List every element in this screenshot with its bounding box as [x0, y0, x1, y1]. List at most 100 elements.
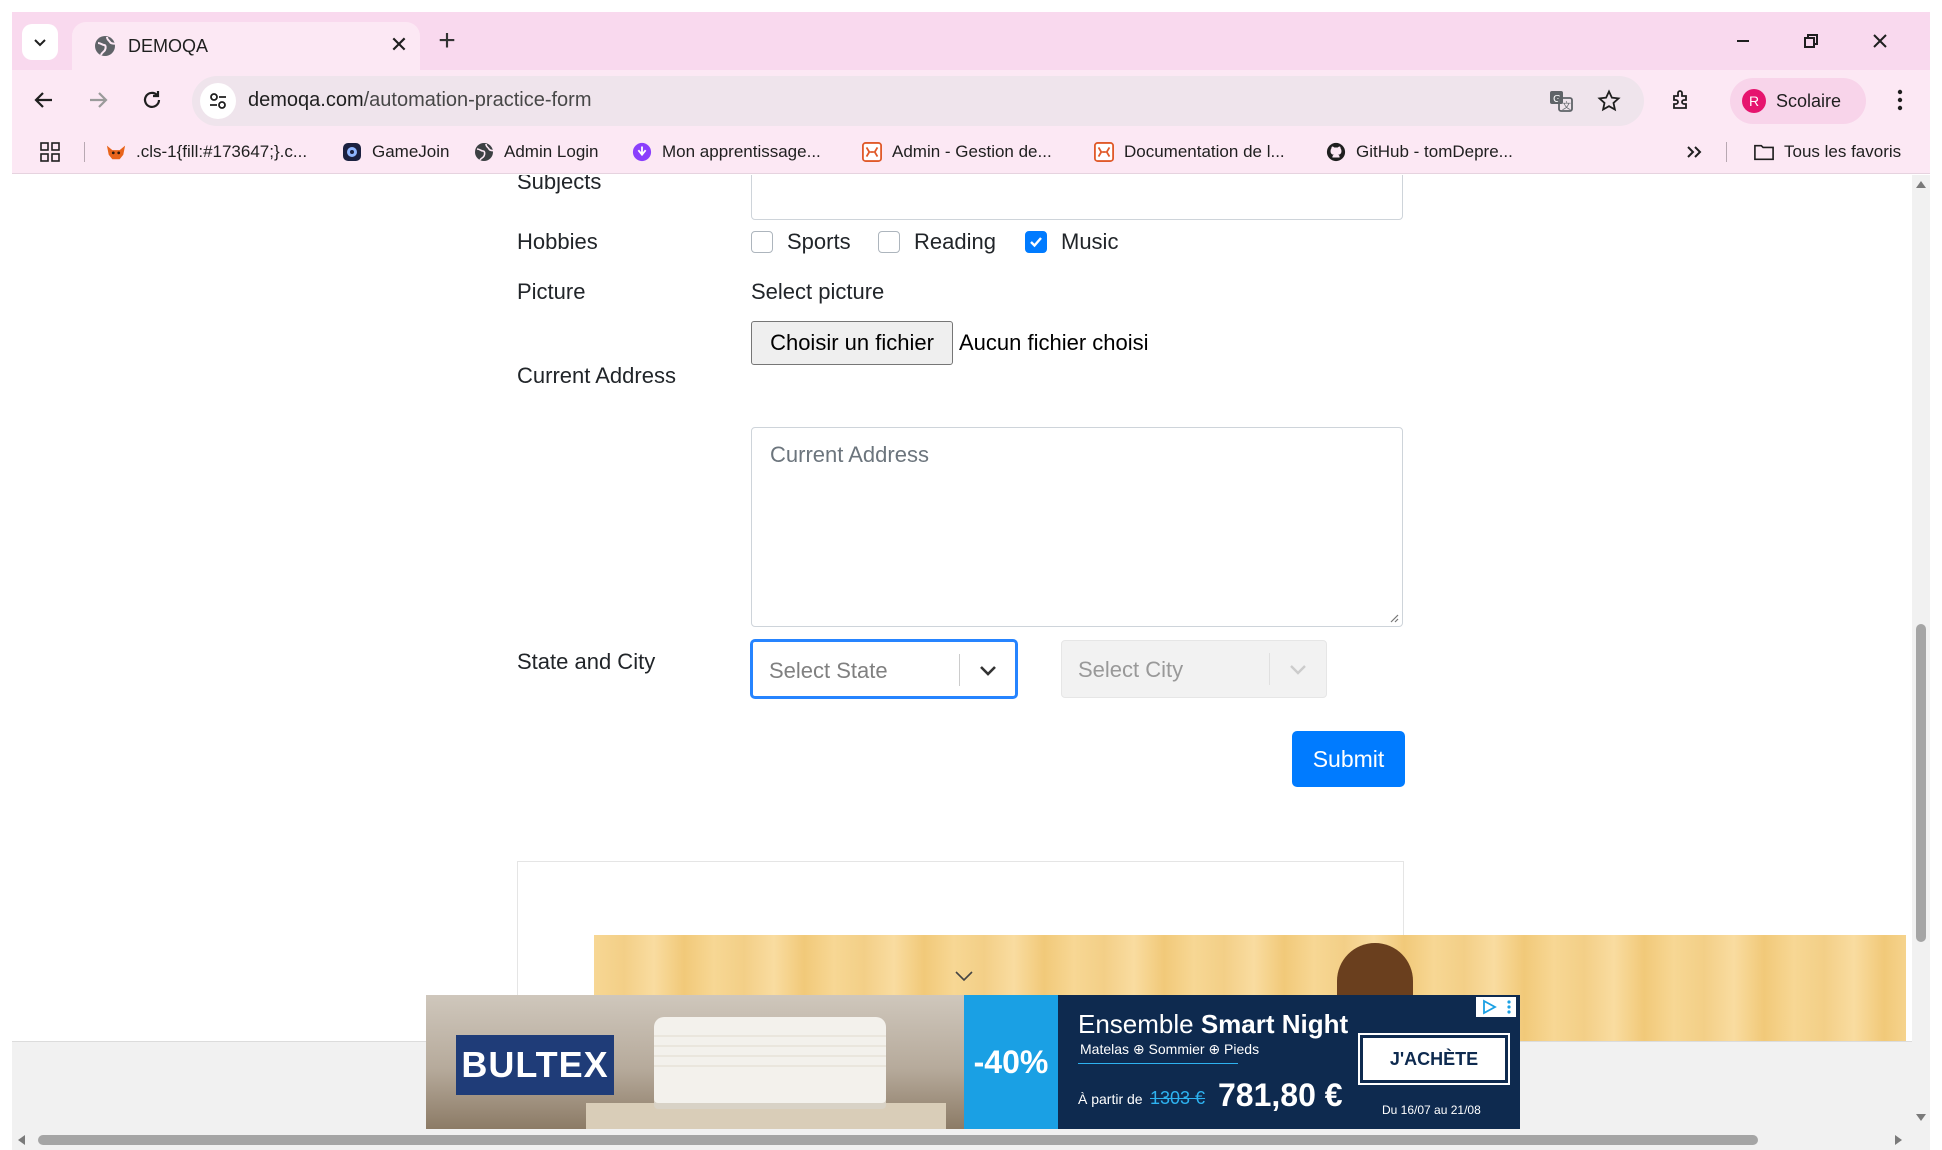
state-select[interactable]: Select State: [751, 640, 1017, 698]
bookmark-label: GitHub - tomDepre...: [1356, 142, 1513, 161]
kebab-menu-icon: [1897, 89, 1903, 111]
choose-file-button[interactable]: Choisir un fichier: [751, 321, 953, 365]
ad-subtitle: Matelas ⊕ Sommier ⊕ Pieds: [1080, 1041, 1260, 1057]
music-label[interactable]: Music: [1061, 229, 1118, 255]
checkmark-icon: [1030, 237, 1042, 248]
ad-title-bold: Smart Night: [1200, 1009, 1349, 1039]
bookmark-label: Admin - Gestion de...: [892, 142, 1052, 161]
city-placeholder: Select City: [1078, 657, 1184, 682]
apps-button[interactable]: [40, 140, 70, 164]
chevron-down-icon[interactable]: [952, 967, 976, 985]
reload-button[interactable]: [134, 82, 170, 118]
site-info-button[interactable]: [200, 83, 236, 119]
chevron-down-icon[interactable]: [1285, 657, 1311, 683]
bookmarks-divider: [84, 142, 85, 162]
submit-button[interactable]: Submit: [1292, 731, 1405, 787]
sports-label[interactable]: Sports: [787, 229, 851, 255]
svg-text:文: 文: [1562, 100, 1571, 112]
folder-icon: [1754, 142, 1774, 162]
city-select[interactable]: Select City: [1061, 640, 1327, 698]
avatar: R: [1742, 89, 1766, 113]
bookmark-item[interactable]: Documentation de l...: [1094, 140, 1285, 164]
hobby-reading[interactable]: Reading: [878, 229, 996, 255]
reading-label[interactable]: Reading: [914, 229, 996, 255]
ad-title: Ensemble Smart Night: [1078, 1009, 1348, 1040]
ad-dates: Du 16/07 au 21/08: [1382, 1103, 1481, 1117]
ad-brand-logo: BULTEX: [456, 1035, 614, 1095]
bookmark-item[interactable]: Admin Login: [474, 140, 599, 164]
close-tab-icon[interactable]: ✕: [386, 32, 412, 58]
ad-old-price: 1303 €: [1150, 1088, 1206, 1108]
select-separator: [959, 654, 960, 686]
arrow-right-icon: [90, 92, 108, 108]
forward-button[interactable]: [80, 82, 116, 118]
select-separator: [1269, 653, 1270, 685]
scroll-left-icon[interactable]: [16, 1134, 26, 1146]
minimize-icon: [1737, 40, 1749, 42]
bookmark-item[interactable]: .cls-1{fill:#173647;}.c...: [106, 140, 307, 164]
bookmark-item[interactable]: GitHub - tomDepre...: [1326, 140, 1513, 164]
music-checkbox[interactable]: [1025, 231, 1047, 253]
state-placeholder: Select State: [769, 658, 888, 683]
reading-checkbox[interactable]: [878, 231, 900, 253]
restore-button[interactable]: [1796, 26, 1826, 56]
ad-cta-button[interactable]: J'ACHÈTE: [1358, 1033, 1510, 1085]
tab-strip: DEMOQA ✕ +: [12, 12, 1930, 70]
hobby-music[interactable]: Music: [1025, 229, 1118, 255]
scroll-down-icon[interactable]: [1915, 1113, 1927, 1123]
hobby-sports[interactable]: Sports: [751, 229, 851, 255]
chevron-down-icon: [34, 39, 46, 47]
extensions-button[interactable]: [1664, 82, 1700, 118]
ad-title-plain: Ensemble: [1078, 1009, 1201, 1039]
close-window-button[interactable]: [1865, 26, 1895, 56]
kebab-menu-icon: [1507, 1000, 1511, 1014]
address-placeholder: Current Address: [770, 442, 929, 467]
gamejoin-icon: [342, 142, 362, 162]
subjects-label: Subjects: [517, 175, 602, 194]
subjects-input[interactable]: [751, 175, 1403, 220]
bookmarks-bar: .cls-1{fill:#173647;}.c... GameJoin Admi…: [12, 130, 1930, 174]
bookmark-item[interactable]: Admin - Gestion de...: [862, 140, 1052, 164]
bookmarks-divider: [1726, 142, 1727, 162]
adchoices-icon: [1483, 999, 1497, 1015]
all-bookmarks-label: Tous les favoris: [1784, 142, 1902, 161]
fox-icon: [106, 142, 126, 162]
tune-icon: [210, 93, 226, 109]
browser-menu-button[interactable]: [1882, 82, 1918, 118]
more-bookmarks-button[interactable]: [1684, 140, 1714, 164]
bookmark-label: GameJoin: [372, 142, 450, 161]
close-icon: [1873, 34, 1887, 48]
bookmark-label: Mon apprentissage...: [662, 142, 821, 161]
bookmark-label: Documentation de l...: [1124, 142, 1285, 161]
url-domain: demoqa.com: [248, 89, 364, 111]
ad-discount: -40%: [964, 995, 1058, 1129]
chevron-down-icon[interactable]: [975, 658, 1001, 684]
back-button[interactable]: [26, 82, 62, 118]
bookmark-star-icon[interactable]: [1596, 88, 1622, 114]
ad-choices-button[interactable]: [1476, 997, 1516, 1017]
ad-banner[interactable]: BULTEX -40% Ensemble Smart Night Matelas…: [426, 995, 1520, 1129]
globe-icon: [95, 36, 116, 56]
vertical-scroll-thumb[interactable]: [1916, 624, 1926, 942]
scroll-right-icon[interactable]: [1894, 1134, 1904, 1146]
scroll-up-icon[interactable]: [1915, 179, 1927, 189]
address-bar[interactable]: demoqa.com/automation-practice-form G文: [192, 76, 1644, 126]
horizontal-scroll-thumb[interactable]: [38, 1135, 1758, 1145]
minimize-button[interactable]: [1728, 26, 1758, 56]
tab-search-button[interactable]: [22, 24, 58, 60]
double-chevron-right-icon: [1684, 142, 1704, 162]
new-tab-button[interactable]: +: [432, 26, 462, 56]
bookmark-item[interactable]: Mon apprentissage...: [632, 140, 821, 164]
ad-divider: [1078, 1063, 1238, 1064]
current-address-label: Current Address: [517, 363, 676, 388]
app-icon: [862, 142, 882, 162]
resize-grip-icon[interactable]: [1389, 613, 1399, 623]
active-tab[interactable]: DEMOQA ✕: [72, 22, 420, 70]
all-bookmarks-button[interactable]: Tous les favoris: [1754, 140, 1901, 164]
current-address-textarea[interactable]: Current Address: [751, 427, 1403, 627]
translate-icon[interactable]: G文: [1548, 88, 1574, 114]
apps-grid-icon: [40, 142, 60, 162]
sports-checkbox[interactable]: [751, 231, 773, 253]
profile-button[interactable]: R Scolaire: [1730, 78, 1866, 124]
bookmark-item[interactable]: GameJoin: [342, 140, 449, 164]
